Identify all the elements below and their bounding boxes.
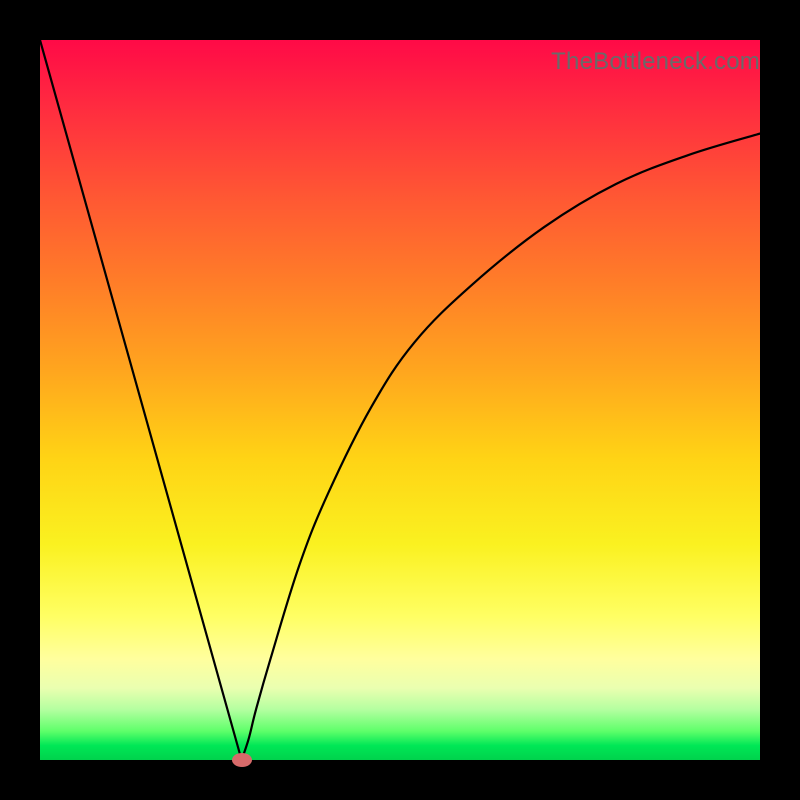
bottleneck-curve	[40, 40, 760, 760]
plot-area: TheBottleneck.com	[40, 40, 760, 760]
watermark-text: TheBottleneck.com	[551, 48, 760, 76]
optimal-point-marker	[232, 753, 252, 767]
chart-frame: TheBottleneck.com	[0, 0, 800, 800]
